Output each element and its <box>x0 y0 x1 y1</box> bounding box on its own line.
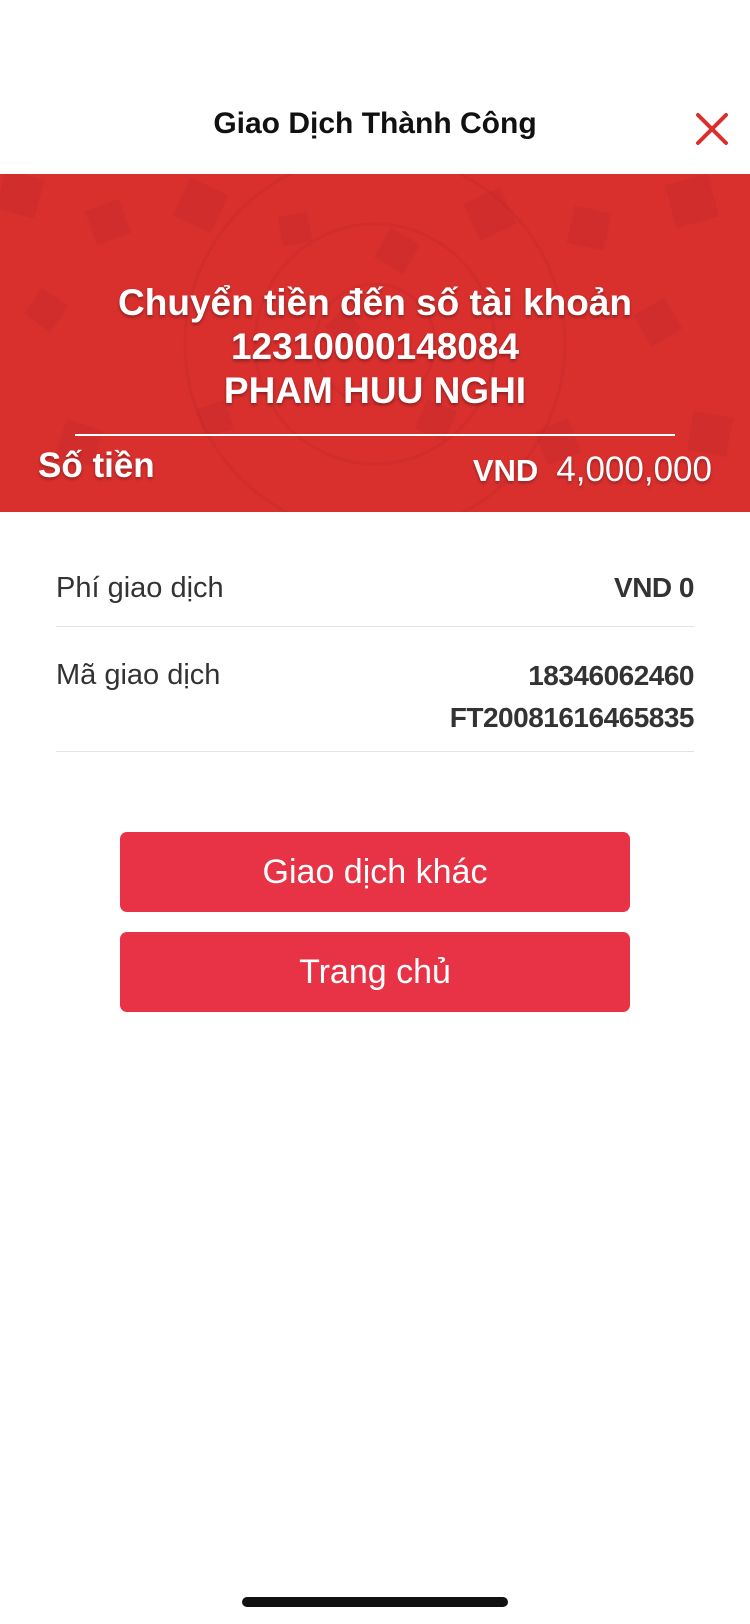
reference-row: Mã giao dịch 18346062460 FT2008161646583… <box>56 627 695 752</box>
amount-value: VND 4,000,000 <box>473 450 712 490</box>
fee-label: Phí giao dịch <box>56 572 224 604</box>
close-button[interactable] <box>690 107 734 151</box>
account-name: PHAM HUU NGHI <box>223 370 527 411</box>
page-title: Giao Dịch Thành Công <box>213 107 537 140</box>
transfer-summary-banner: Chuyển tiền đến số tài khoản 12310000148… <box>0 174 750 512</box>
banner-divider <box>75 434 675 436</box>
reference-code: FT20081616465835 <box>449 702 695 733</box>
fee-value: VND 0 <box>614 572 694 603</box>
fee-row: Phí giao dịch VND 0 <box>56 540 694 627</box>
header-bar: Giao Dịch Thành Công <box>0 95 750 165</box>
transfer-description: Chuyển tiền đến số tài khoản <box>118 282 632 323</box>
reference-label: Mã giao dịch <box>56 659 221 691</box>
other-transaction-button[interactable]: Giao dịch khác <box>120 832 630 912</box>
transaction-details: Phí giao dịch VND 0 Mã giao dịch 1834606… <box>56 540 695 752</box>
home-indicator <box>242 1597 508 1607</box>
reference-number: 18346062460 <box>528 660 694 691</box>
reference-value: 18346062460 FT20081616465835 <box>449 659 695 743</box>
account-number: 12310000148084 <box>230 326 520 367</box>
amount-label: Số tiền <box>38 446 155 485</box>
home-button[interactable]: Trang chủ <box>120 932 630 1012</box>
amount-currency: VND <box>472 453 539 488</box>
close-icon[interactable] <box>690 107 734 151</box>
amount-number: 4,000,000 <box>556 450 712 489</box>
